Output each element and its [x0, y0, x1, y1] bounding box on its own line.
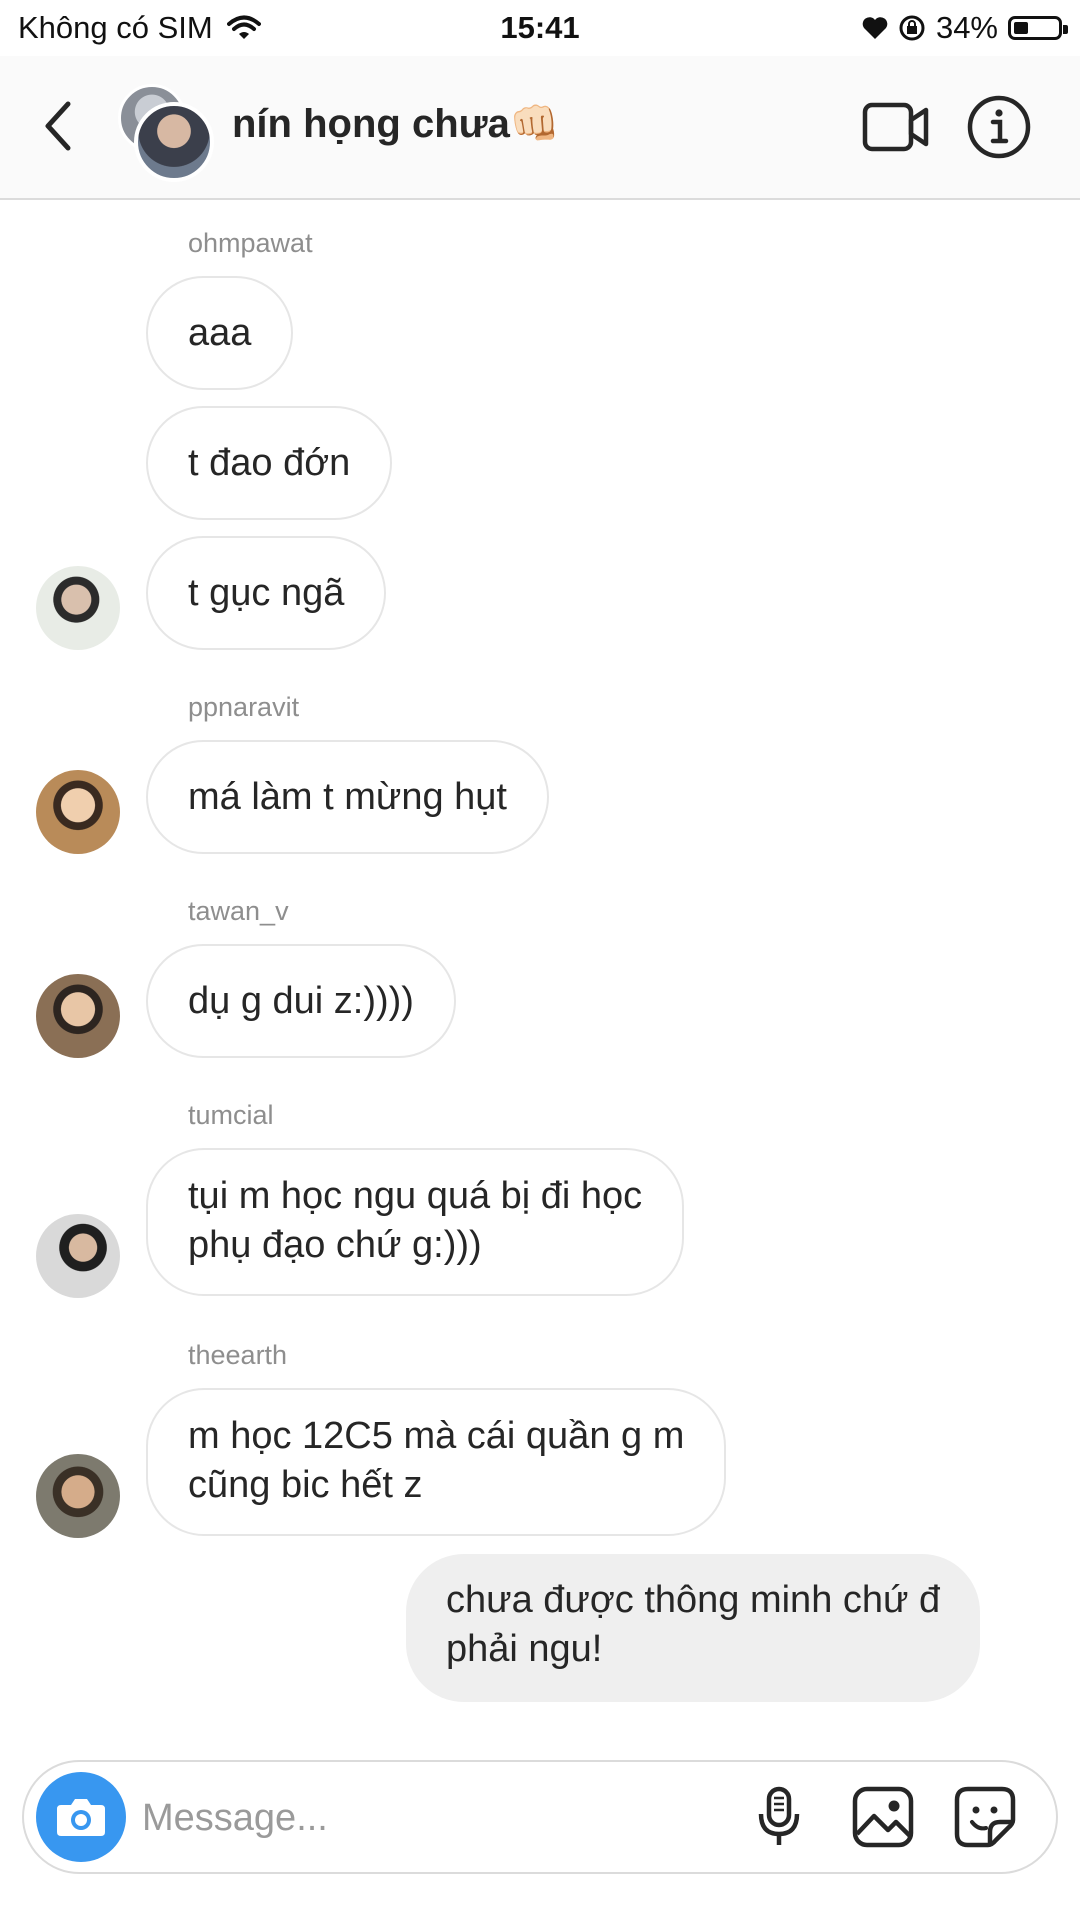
status-right: 34% [862, 10, 1068, 46]
sticker-icon[interactable] [952, 1784, 1018, 1850]
battery-percent: 34% [935, 10, 998, 45]
rotation-lock-icon [899, 15, 925, 41]
avatar[interactable] [36, 974, 120, 1058]
message-bubble[interactable]: tụi m học ngu quá bị đi học phụ đạo chứ … [146, 1148, 685, 1296]
message-bubble[interactable]: má làm t mừng hụt [146, 740, 549, 854]
back-icon[interactable] [38, 98, 78, 154]
camera-button[interactable] [36, 1772, 126, 1862]
sender-name: ohmpawat [188, 228, 313, 258]
video-call-icon[interactable] [862, 100, 930, 156]
chat-header: nín họng chưa👊🏻 [0, 56, 1080, 200]
avatar[interactable] [36, 770, 120, 854]
sender-name: theearth [188, 1340, 288, 1370]
gallery-icon[interactable] [850, 1784, 916, 1850]
message-bubble[interactable]: aaa [146, 276, 294, 390]
message-composer [22, 1760, 1058, 1874]
message-bubble[interactable]: m học 12C5 mà cái quần g m cũng bic hết … [146, 1388, 727, 1536]
carrier-label: Không có SIM [18, 10, 213, 45]
status-left: Không có SIM [18, 10, 261, 46]
message-input[interactable] [140, 1782, 704, 1854]
chat-title[interactable]: nín họng chưa👊🏻 [232, 100, 560, 147]
avatar[interactable] [36, 1454, 120, 1538]
sender-name: tumcial [188, 1100, 274, 1130]
avatar[interactable] [36, 1214, 120, 1298]
battery-fill [1014, 22, 1028, 34]
message-bubble[interactable]: t gục ngã [146, 536, 387, 650]
heart-icon [862, 17, 888, 39]
sender-name: ppnaravit [188, 692, 300, 722]
status-bar: Không có SIM 15:41 34% [0, 0, 1080, 56]
sender-name: tawan_v [188, 896, 289, 926]
message-bubble[interactable]: dụ g dui z:)))) [146, 944, 456, 1058]
group-avatar[interactable] [118, 84, 214, 182]
microphone-icon[interactable] [746, 1784, 812, 1850]
avatar-front [134, 102, 214, 182]
camera-icon [57, 1799, 105, 1836]
wifi-icon [226, 15, 261, 39]
avatar[interactable] [36, 566, 120, 650]
battery-icon [1008, 16, 1068, 40]
info-icon[interactable] [966, 94, 1032, 160]
message-bubble[interactable]: t đao đớn [146, 406, 393, 520]
my-message-bubble[interactable]: chưa được thông minh chứ đ phải ngu! [406, 1554, 981, 1702]
